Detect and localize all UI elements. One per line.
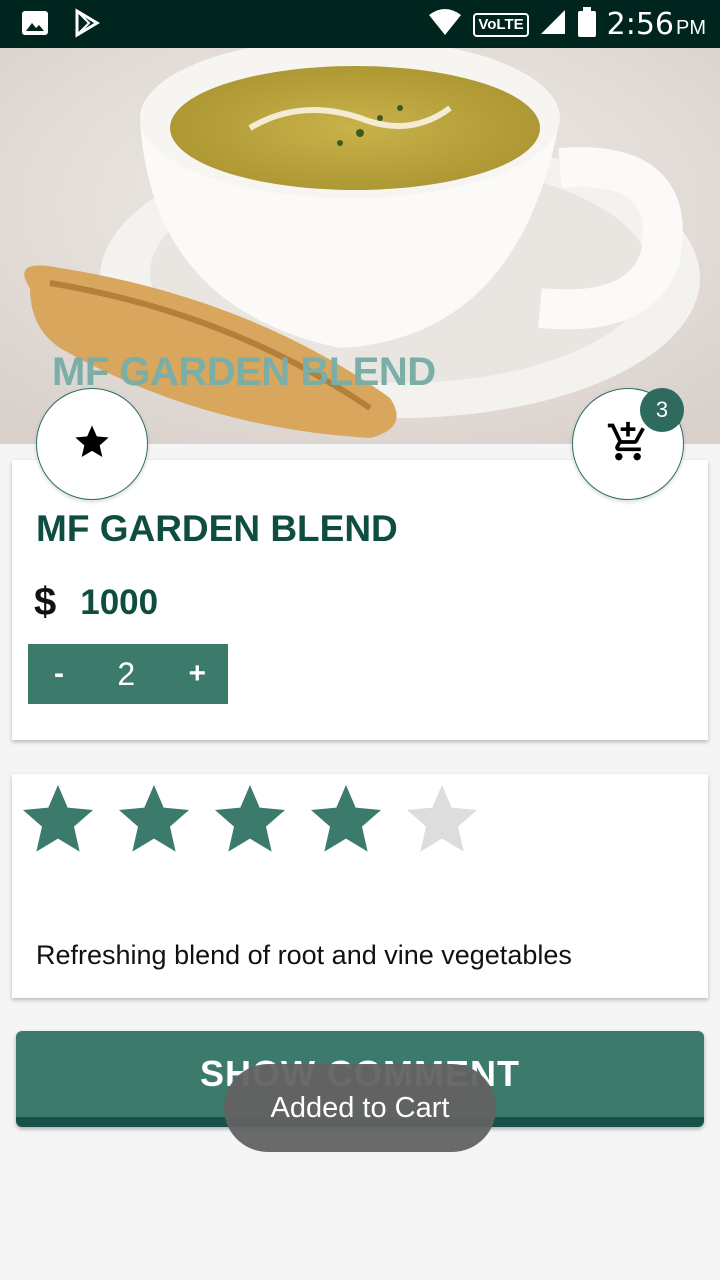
play-store-icon: [72, 8, 102, 43]
star-filled-icon[interactable]: [306, 780, 386, 865]
product-hero-image: MF GARDEN BLEND: [0, 48, 720, 444]
rating-card: Refreshing blend of root and vine vegeta…: [12, 774, 708, 998]
star-filled-icon[interactable]: [210, 780, 290, 865]
wifi-icon: [427, 7, 463, 42]
price-row: $ 1000: [34, 580, 158, 625]
increment-button[interactable]: +: [188, 657, 206, 691]
quantity-value: 2: [117, 655, 136, 692]
add-shopping-cart-icon: [606, 420, 650, 469]
network-label: VoLTE: [473, 12, 529, 37]
cart-count-badge: 3: [640, 388, 684, 432]
product-description: Refreshing blend of root and vine vegeta…: [36, 940, 572, 970]
star-empty-icon[interactable]: [402, 780, 482, 865]
currency-symbol: $: [34, 580, 57, 624]
quantity-stepper: - 2 +: [28, 644, 228, 704]
favorite-button[interactable]: [36, 388, 148, 500]
star-icon: [72, 422, 112, 467]
rating-bar[interactable]: [18, 780, 482, 865]
star-filled-icon[interactable]: [114, 780, 194, 865]
clock-ampm: PM: [676, 17, 706, 39]
battery-icon: [577, 6, 597, 43]
decrement-button[interactable]: -: [54, 657, 64, 691]
toast-message: Added to Cart: [224, 1064, 496, 1152]
product-price: 1000: [80, 582, 159, 622]
signal-icon: [539, 8, 567, 41]
product-name: MF GARDEN BLEND: [36, 508, 398, 549]
product-info-card: MF GARDEN BLEND $ 1000 - 2 +: [12, 460, 708, 740]
image-icon: [20, 8, 50, 43]
status-bar: VoLTE 2:56 PM: [0, 0, 720, 48]
star-filled-icon[interactable]: [18, 780, 98, 865]
clock-time: 2:56: [606, 7, 674, 42]
hero-product-title: MF GARDEN BLEND: [52, 350, 436, 394]
